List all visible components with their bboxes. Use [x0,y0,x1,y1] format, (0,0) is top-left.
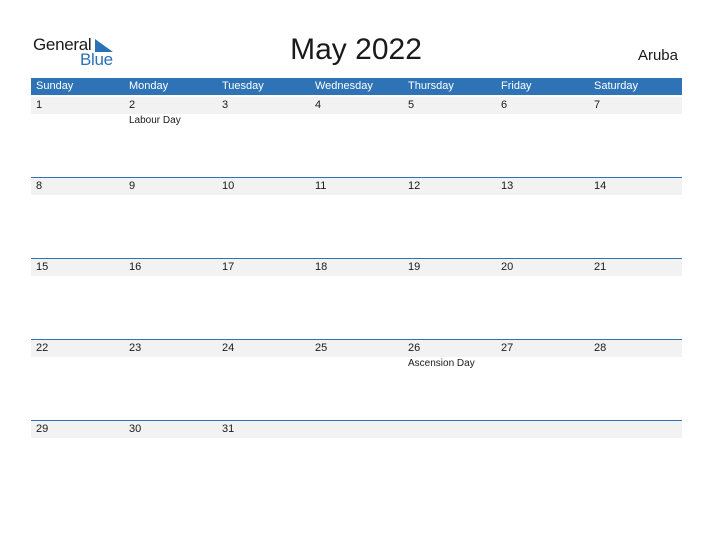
day-number: 16 [129,261,142,273]
day-cell: 31 [217,421,310,502]
day-cell: 1 [31,97,124,178]
day-cell: 25 [310,340,403,421]
day-number: 5 [408,99,415,111]
day-number: 10 [222,180,235,192]
day-number: 25 [315,342,328,354]
day-cell: 20 [496,259,589,340]
day-cell: 26 Ascension Day [403,340,496,421]
weekday-thursday: Thursday [408,80,454,92]
weekday-tuesday: Tuesday [222,80,264,92]
day-cell: 21 [589,259,682,340]
day-cell [403,421,496,502]
day-number: 2 [129,99,136,111]
day-number: 30 [129,423,142,435]
week-row: 22 23 24 25 26 Ascension Day 27 28 [31,339,682,421]
day-number: 8 [36,180,43,192]
day-number: 4 [315,99,322,111]
day-number: 31 [222,423,235,435]
day-number: 14 [594,180,607,192]
day-cell: 18 [310,259,403,340]
day-cell: 19 [403,259,496,340]
day-cell: 29 [31,421,124,502]
day-cell: 9 [124,178,217,259]
day-number: 1 [36,99,43,111]
weekday-header: Sunday Monday Tuesday Wednesday Thursday… [31,78,682,95]
holiday-label: Labour Day [129,115,181,126]
day-cell: 7 [589,97,682,178]
day-cell: 10 [217,178,310,259]
day-cell: 2 Labour Day [124,97,217,178]
day-cell: 3 [217,97,310,178]
weekday-monday: Monday [129,80,169,92]
day-number: 27 [501,342,514,354]
day-cell: 8 [31,178,124,259]
day-cell: 23 [124,340,217,421]
week-row: 29 30 31 [31,420,682,502]
day-cell: 22 [31,340,124,421]
day-number: 28 [594,342,607,354]
day-number: 21 [594,261,607,273]
day-number: 29 [36,423,49,435]
day-number: 18 [315,261,328,273]
day-number: 20 [501,261,514,273]
week-row: 15 16 17 18 19 20 21 [31,258,682,340]
weekday-sunday: Sunday [36,80,74,92]
day-cell: 16 [124,259,217,340]
day-cell: 30 [124,421,217,502]
day-number: 13 [501,180,514,192]
day-number: 26 [408,342,421,354]
day-cell: 24 [217,340,310,421]
week-row: 1 2 Labour Day 3 4 5 6 7 [31,97,682,178]
weekday-wednesday: Wednesday [315,80,373,92]
weekday-saturday: Saturday [594,80,639,92]
day-cell: 4 [310,97,403,178]
day-number: 19 [408,261,421,273]
day-cell [496,421,589,502]
day-cell: 6 [496,97,589,178]
day-cell: 13 [496,178,589,259]
day-number: 11 [315,180,327,192]
day-cell: 14 [589,178,682,259]
day-cell: 17 [217,259,310,340]
day-number: 23 [129,342,142,354]
day-number: 24 [222,342,235,354]
day-cell: 27 [496,340,589,421]
day-number: 22 [36,342,49,354]
day-cell: 28 [589,340,682,421]
day-cell [589,421,682,502]
day-cell: 5 [403,97,496,178]
day-number: 6 [501,99,508,111]
day-cell: 11 [310,178,403,259]
day-number: 15 [36,261,49,273]
holiday-label: Ascension Day [408,358,475,369]
day-cell: 15 [31,259,124,340]
day-number: 9 [129,180,136,192]
week-row: 8 9 10 11 12 13 14 [31,177,682,259]
day-cell: 12 [403,178,496,259]
day-number: 17 [222,261,235,273]
calendar-title: May 2022 [290,33,422,66]
day-cell [310,421,403,502]
country-label: Aruba [637,47,678,64]
weekday-friday: Friday [501,80,532,92]
day-number: 7 [594,99,601,111]
day-number: 3 [222,99,229,111]
day-number: 12 [408,180,421,192]
